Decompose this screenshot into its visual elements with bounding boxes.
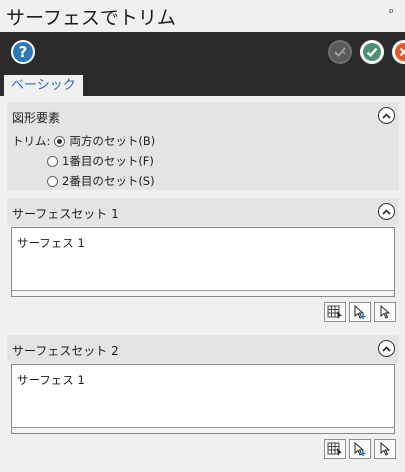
section-title: 図形要素: [12, 111, 61, 125]
section-title: サーフェスセット 2: [12, 344, 119, 358]
surface-set-1-header: サーフェスセット 1: [7, 198, 399, 226]
ok-check-icon: [366, 47, 378, 58]
add-select-button[interactable]: [349, 302, 371, 322]
surface-set-1-list[interactable]: サーフェス 1: [11, 227, 395, 297]
radio-second[interactable]: [47, 175, 58, 187]
select-list-button[interactable]: [324, 302, 346, 322]
surface-set-2-header: サーフェスセット 2: [7, 335, 399, 363]
chevron-up-icon: [382, 208, 391, 215]
apply-button[interactable]: [328, 40, 352, 64]
pin-icon[interactable]: ᵖ: [389, 6, 394, 19]
select-list-icon: [327, 442, 342, 456]
cancel-button[interactable]: [392, 40, 405, 64]
trim-label: トリム:: [12, 134, 51, 148]
collapse-button[interactable]: [378, 107, 395, 124]
window-title: サーフェスでトリム: [6, 7, 176, 29]
radio-first[interactable]: [47, 155, 58, 167]
trim-option-both[interactable]: トリム: 両方のセット(B): [12, 133, 155, 149]
toolbar: ?: [0, 32, 405, 72]
option-label: 2番目のセット(S): [62, 174, 155, 188]
list-item[interactable]: サーフェス 1: [17, 372, 85, 388]
collapse-button[interactable]: [378, 203, 395, 220]
help-button[interactable]: ?: [11, 40, 35, 64]
list-footer: [12, 290, 394, 296]
pointer-icon: [380, 442, 391, 456]
trim-option-second[interactable]: 2番目のセット(S): [47, 173, 155, 189]
add-select-button[interactable]: [349, 439, 371, 459]
cancel-icon: [399, 47, 405, 57]
chevron-up-icon: [382, 345, 391, 352]
collapse-button[interactable]: [378, 340, 395, 357]
add-select-icon: [354, 305, 366, 319]
apply-icon: [334, 47, 346, 57]
select-list-button[interactable]: [324, 439, 346, 459]
trim-option-first[interactable]: 1番目のセット(F): [47, 153, 154, 169]
help-icon: ?: [18, 43, 28, 61]
list-item[interactable]: サーフェス 1: [17, 235, 85, 251]
ok-button[interactable]: [360, 40, 384, 64]
add-select-icon: [354, 442, 366, 456]
pointer-button[interactable]: [374, 302, 396, 322]
section-title: サーフェスセット 1: [12, 207, 119, 221]
option-label: 1番目のセット(F): [62, 154, 154, 168]
chevron-up-icon: [382, 112, 391, 119]
option-label: 両方のセット(B): [69, 134, 156, 148]
list-footer: [12, 427, 394, 433]
pointer-button[interactable]: [374, 439, 396, 459]
tab-basic[interactable]: ベーシック: [4, 75, 83, 96]
surface-set-2-list[interactable]: サーフェス 1: [11, 364, 395, 434]
shape-elements-section: 図形要素 トリム: 両方のセット(B) 1番目のセット(F) 2番目のセット(S…: [7, 102, 399, 190]
select-list-icon: [327, 305, 342, 319]
pointer-icon: [380, 305, 391, 319]
radio-both[interactable]: [54, 135, 66, 147]
tab-strip: ベーシック: [0, 72, 405, 96]
